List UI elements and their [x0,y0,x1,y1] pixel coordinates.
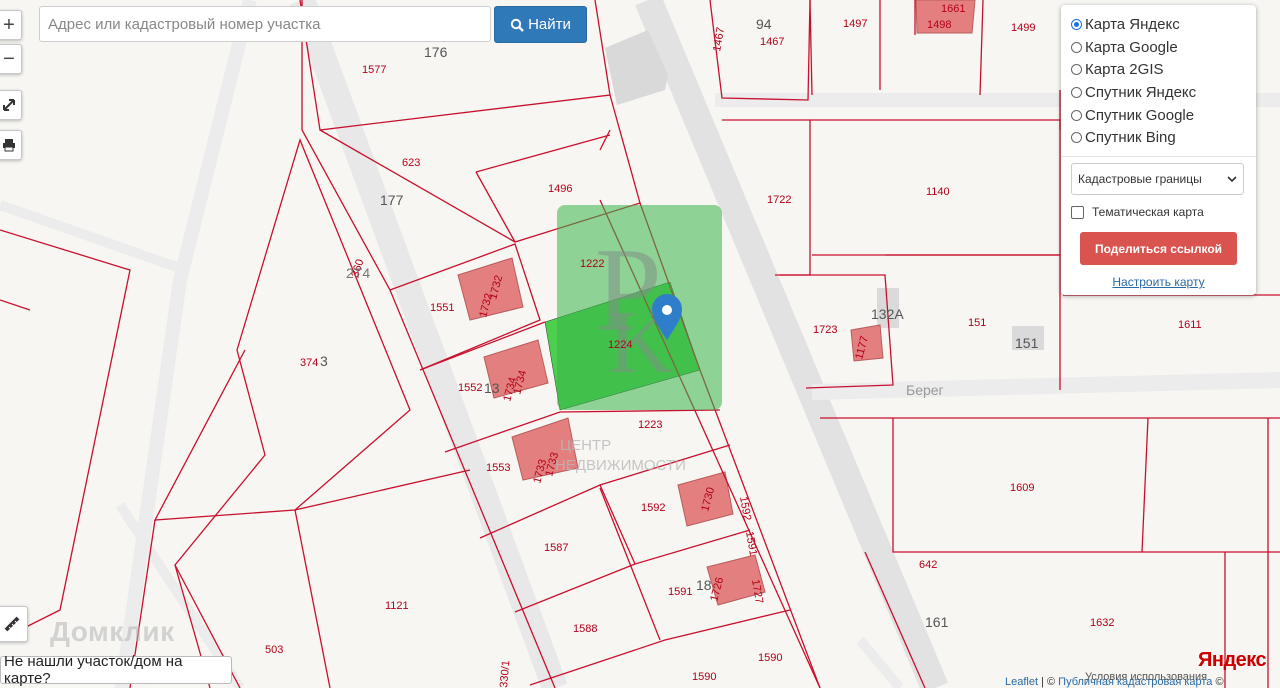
layer-option-2gis-map[interactable]: Карта 2GIS [1071,58,1246,81]
search-button-label: Найти [528,16,571,33]
parcel-label: 1223 [638,419,662,431]
layer-option-label: Спутник Яндекс [1085,83,1197,101]
parcel-label: 1496 [548,183,572,195]
layer-option-label: Карта Google [1085,38,1178,56]
search-input[interactable] [39,6,491,42]
parcel-label: 1723 [813,324,837,336]
parcel-label: 1553 [486,462,510,474]
parcel-label: 374 [300,357,318,369]
parcel-label: 1224 [608,339,632,351]
ruler-button[interactable] [0,606,28,642]
layer-option-yandex-satellite[interactable]: Спутник Яндекс [1071,81,1246,104]
boundary-select[interactable]: Кадастровые границы [1071,163,1244,196]
search-icon [510,18,524,32]
divider [1061,156,1256,158]
zoom-in-label: + [3,13,15,36]
watermark-center-top: ЦЕНТР [560,437,611,454]
share-link-label: Поделиться ссылкой [1094,241,1223,256]
not-found-label: Не нашли участок/дом на карте? [4,653,183,687]
parcel-label: 1577 [362,64,386,76]
house-number: 161 [925,614,949,630]
layer-option-label: Карта Яндекс [1085,15,1180,33]
layer-option-google-satellite[interactable]: Спутник Google [1071,104,1246,127]
parcel-label: 642 [919,559,937,571]
house-number: 176 [424,44,448,60]
attribution-copy: © [1212,676,1224,688]
boundary-select-value: Кадастровые границы [1078,172,1202,187]
parcel-label: 1222 [580,258,604,270]
parcel-label: 1592 [737,495,753,521]
house-number: 18 [696,577,712,593]
parcel-label: 1611 [1178,319,1202,331]
layer-option-label: Спутник Google [1085,106,1195,124]
layer-option-google-map[interactable]: Карта Google [1071,36,1246,59]
parcel-label: 1590 [758,652,782,664]
domclick-watermark: Домклик [50,616,175,647]
layer-option-bing-satellite[interactable]: Спутник Bing [1071,126,1246,149]
parcel-label: 1592 [641,502,665,514]
configure-map-link[interactable]: Настроить карту [1071,275,1246,289]
parcel-label: 1121 [385,600,409,612]
house-number: 94 [756,16,772,32]
parcel-label: 1588 [573,623,597,635]
leaflet-link[interactable]: Leaflet [1005,676,1038,688]
parcel-label: 1499 [1011,22,1035,34]
radio-selected[interactable] [1071,18,1082,30]
house-number: 13 [484,380,500,396]
chevron-down-icon [1227,176,1237,183]
parcel-label: 1551 [430,302,454,314]
attribution-separator: | © [1038,676,1059,688]
radio[interactable] [1071,64,1082,76]
radio[interactable] [1071,109,1082,121]
parcel-label: 1590 [692,671,716,683]
layer-option-label: Спутник Bing [1085,129,1176,147]
zoom-out-label: − [3,47,15,70]
ruler-icon [4,616,20,632]
parcel-label: 1552 [458,382,482,394]
fullscreen-button[interactable] [0,90,22,120]
parcel-label: 2Т4 [346,265,370,281]
parcel-label: 151 [968,317,986,329]
radio[interactable] [1071,41,1082,53]
expand-icon [3,99,15,111]
watermark-center-bottom: НЕДВИЖИМОСТИ [555,457,686,474]
center-logo-watermark: P K [557,205,722,410]
layer-option-label: Карта 2GIS [1085,61,1164,79]
parcel-label: 1591 [668,586,692,598]
yandex-logo: Яндекс [1198,649,1267,671]
thematic-map-label: Тематическая карта [1092,205,1204,220]
house-number: 3 [320,353,328,369]
layer-option-yandex-map[interactable]: Карта Яндекс [1071,13,1246,36]
printer-icon [3,139,15,152]
layers-panel: Карта Яндекс Карта Google Карта 2GIS Спу… [1061,5,1256,295]
parcel-label: 1632 [1090,617,1114,629]
search-button[interactable]: Найти [494,6,587,43]
house-number: 177 [380,192,404,208]
not-found-button[interactable]: Не нашли участок/дом на карте? [0,653,232,687]
parcel-label: 1497 [843,18,867,30]
thematic-map-toggle[interactable]: Тематическая карта [1071,205,1246,219]
parcel-label: 623 [402,157,420,169]
parcel-label: 503 [265,644,283,656]
parcel-label: 1661 [941,3,965,15]
radio[interactable] [1071,132,1082,144]
share-link-button[interactable]: Поделиться ссылкой [1080,232,1237,266]
print-button[interactable] [0,130,22,160]
house-number: 151 [1015,335,1039,351]
radio[interactable] [1071,86,1082,98]
street-label: Берег [906,382,944,398]
house-number: 132А [871,306,904,322]
zoom-out-button[interactable]: − [0,44,22,74]
terms-of-use[interactable]: Условия использования [1085,671,1207,683]
thematic-map-checkbox[interactable] [1071,205,1084,219]
parcel-label: 1609 [1010,482,1034,494]
zoom-in-button[interactable]: + [0,10,22,40]
parcel-label: 330/1 [498,660,512,688]
parcel-label: 1140 [926,186,950,198]
parcel-label: 1587 [544,542,568,554]
parcel-label: 1467 [760,36,784,48]
parcel-label: 1722 [767,194,791,206]
parcel-label: 1591 [743,530,759,556]
parcel-label: 1498 [927,19,951,31]
